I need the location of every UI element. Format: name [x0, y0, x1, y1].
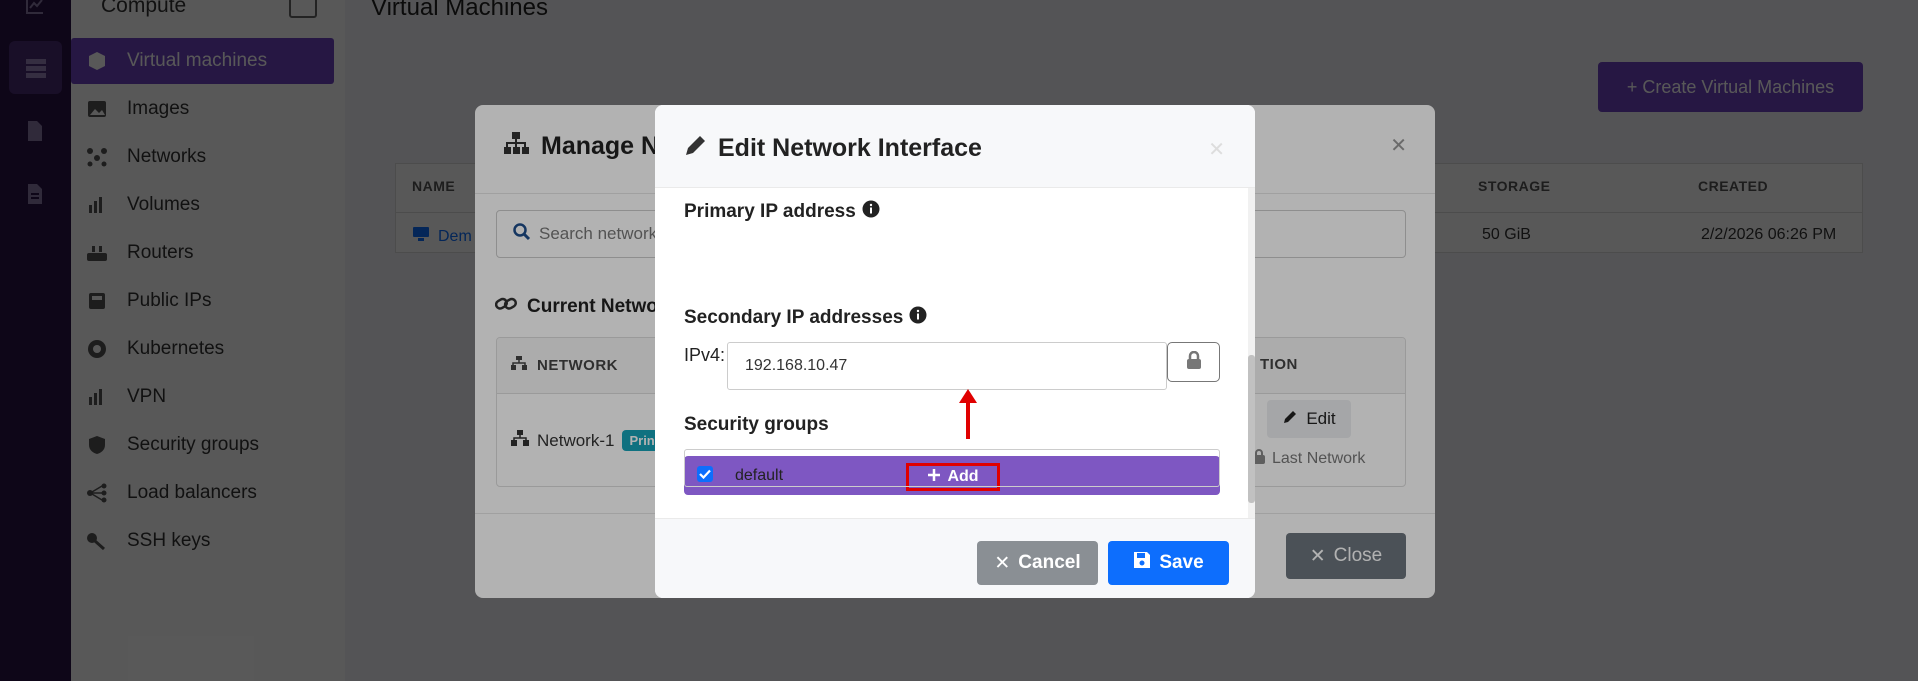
ipv4-input[interactable]: 192.168.10.47: [727, 342, 1167, 390]
security-groups-list: default: [684, 449, 1220, 487]
save-button[interactable]: Save: [1108, 541, 1229, 585]
security-group-name: default: [735, 467, 784, 484]
info-icon[interactable]: [909, 306, 927, 330]
annotation-arrow-icon: [957, 387, 979, 446]
edit-modal-footer: ✕ Cancel Save: [655, 518, 1255, 598]
close-icon: ✕: [994, 552, 1011, 574]
lock-icon: [1186, 350, 1202, 374]
save-label: Save: [1159, 552, 1204, 573]
floppy-disk-icon: [1133, 551, 1151, 575]
secondary-ip-label-text: Secondary IP addresses: [684, 307, 904, 328]
primary-ip-label: Primary IP address: [684, 200, 880, 224]
ipv4-value: 192.168.10.47: [745, 357, 848, 374]
ipv4-label: IPv4:: [684, 345, 726, 365]
edit-modal-header: Edit Network Interface ✕: [655, 105, 1255, 188]
secondary-ip-label: Secondary IP addresses: [684, 306, 927, 330]
lock-ip-button[interactable]: [1167, 342, 1220, 382]
scrollbar-thumb[interactable]: [1248, 355, 1255, 503]
close-icon[interactable]: ✕: [1208, 137, 1225, 162]
cancel-button[interactable]: ✕ Cancel: [977, 541, 1098, 585]
edit-modal-title-text: Edit Network Interface: [718, 134, 982, 162]
security-group-checkbox[interactable]: [697, 466, 713, 482]
info-icon[interactable]: [862, 200, 880, 224]
cancel-label: Cancel: [1018, 552, 1081, 573]
edit-network-interface-modal: Edit Network Interface ✕ Primary IP addr…: [655, 105, 1255, 598]
edit-modal-title: Edit Network Interface: [684, 133, 982, 164]
security-groups-label: Security groups: [684, 414, 829, 435]
pencil-icon: [684, 133, 708, 164]
primary-ip-label-text: Primary IP address: [684, 201, 856, 222]
